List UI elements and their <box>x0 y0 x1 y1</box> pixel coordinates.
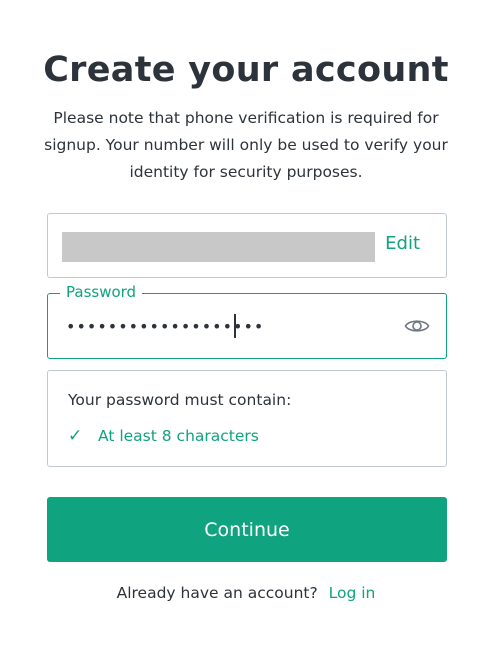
password-field[interactable]: Password <box>47 283 447 359</box>
requirement-item: ✓ At least 8 characters <box>68 426 259 446</box>
continue-button[interactable]: Continue <box>47 497 447 562</box>
page-title: Create your account <box>43 50 449 90</box>
text-caret <box>234 314 236 338</box>
login-prompt: Already have an account? Log in <box>0 584 492 602</box>
page-subtitle: Please note that phone verification is r… <box>44 109 448 181</box>
password-requirements: Your password must contain: ✓ At least 8… <box>47 370 447 467</box>
password-label: Password <box>60 283 143 301</box>
edit-email-link[interactable]: Edit <box>385 233 420 254</box>
eye-icon[interactable] <box>404 316 430 336</box>
login-prompt-text: Already have an account? <box>116 584 318 602</box>
requirement-label: At least 8 characters <box>98 427 259 445</box>
email-redacted-value <box>62 232 375 262</box>
email-field[interactable]: Edit <box>47 213 447 278</box>
requirements-heading: Your password must contain: <box>68 391 292 409</box>
check-icon: ✓ <box>68 426 83 446</box>
password-input[interactable] <box>66 314 386 338</box>
login-link[interactable]: Log in <box>329 584 376 602</box>
